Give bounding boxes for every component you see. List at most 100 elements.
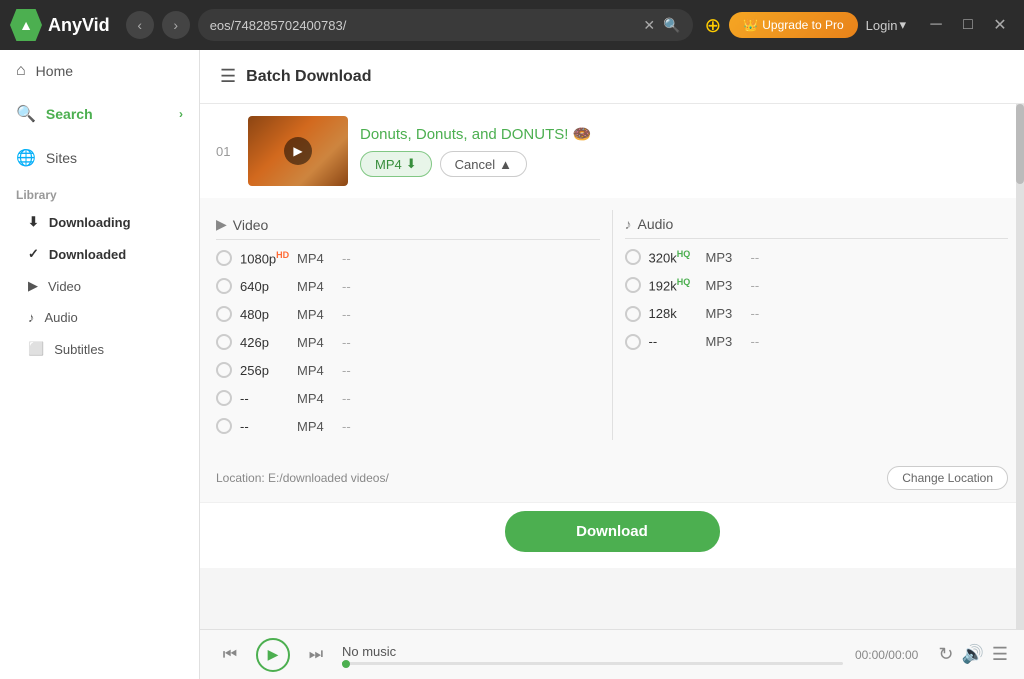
- radio-320k[interactable]: [625, 249, 641, 265]
- size-128k: --: [751, 306, 781, 321]
- repeat-icon[interactable]: ↻: [938, 644, 953, 665]
- res-v2: --: [232, 419, 297, 434]
- sidebar-item-audio[interactable]: ♪ Audio: [0, 302, 199, 333]
- video-title-text: Donuts, Donuts, and DONUTS!: [360, 126, 568, 143]
- url-bar: eos/748285702400783/ ✕ 🔍: [198, 9, 693, 41]
- cancel-label: Cancel: [455, 157, 495, 172]
- download-button[interactable]: Download: [505, 511, 720, 552]
- maximize-button[interactable]: □: [954, 11, 982, 39]
- res-128k: 128k: [641, 306, 706, 321]
- login-area[interactable]: Login ▾: [866, 17, 906, 33]
- url-search-icon[interactable]: 🔍: [663, 17, 680, 34]
- downloading-label: Downloading: [49, 215, 131, 230]
- res-v1: --: [232, 391, 297, 406]
- sidebar-item-video[interactable]: ▶ Video: [0, 270, 199, 302]
- type-256p: MP4: [297, 363, 342, 378]
- res-a1: --: [641, 334, 706, 349]
- type-v2: MP4: [297, 419, 342, 434]
- radio-1080p[interactable]: [216, 250, 232, 266]
- video-info: Donuts, Donuts, and DONUTS! 🍩 MP4 ⬇ Canc…: [360, 125, 1008, 177]
- radio-192k[interactable]: [625, 277, 641, 293]
- mp4-label: MP4: [375, 157, 402, 172]
- batch-title: Batch Download: [246, 68, 371, 86]
- video-item: 01 ▶ Donuts, Donuts, and DONUTS! 🍩 MP4: [200, 104, 1024, 568]
- audio-icon: ♪: [28, 310, 35, 325]
- radio-426p[interactable]: [216, 334, 232, 350]
- radio-128k[interactable]: [625, 306, 641, 322]
- content-area: ☰ Batch Download 01 ▶ Donuts, Donuts, an…: [200, 50, 1024, 679]
- video-col-icon: ▶: [216, 216, 227, 233]
- video-row-480p: 480p MP4 --: [216, 300, 600, 328]
- main-layout: ⌂ Home 🔍 Search › 🌐 Sites Library ⬇ Down…: [0, 50, 1024, 679]
- library-section-label: Library: [0, 180, 199, 206]
- sidebar-item-home[interactable]: ⌂ Home: [0, 50, 199, 92]
- radio-v2[interactable]: [216, 418, 232, 434]
- audio-column: ♪ Audio 320kHQ MP3 -- 192k: [625, 210, 1009, 440]
- downloading-icon: ⬇: [28, 214, 39, 230]
- track-info: No music: [342, 644, 843, 665]
- sidebar-item-sites[interactable]: 🌐 Sites: [0, 136, 199, 180]
- progress-bar[interactable]: [342, 662, 843, 665]
- size-v1: --: [342, 391, 372, 406]
- location-text: Location: E:/downloaded videos/: [216, 471, 389, 485]
- video-col-label: Video: [233, 217, 269, 233]
- forward-button[interactable]: ›: [162, 11, 190, 39]
- subtitles-icon: ⬜: [28, 341, 44, 357]
- type-128k: MP3: [706, 306, 751, 321]
- audio-row-128k: 128k MP3 --: [625, 300, 1009, 328]
- track-name: No music: [342, 644, 843, 659]
- type-1080p: MP4: [297, 251, 342, 266]
- location-bar: Location: E:/downloaded videos/ Change L…: [200, 456, 1024, 502]
- mp4-button[interactable]: MP4 ⬇: [360, 151, 432, 177]
- login-label: Login: [866, 18, 898, 33]
- play-button[interactable]: ▶: [256, 638, 290, 672]
- upgrade-button[interactable]: 👑 Upgrade to Pro: [729, 12, 857, 38]
- type-192k: MP3: [706, 278, 751, 293]
- video-col-header: ▶ Video: [216, 210, 600, 240]
- type-426p: MP4: [297, 335, 342, 350]
- size-v2: --: [342, 419, 372, 434]
- url-close-icon[interactable]: ✕: [643, 17, 655, 34]
- minimize-button[interactable]: ─: [922, 11, 950, 39]
- radio-v1[interactable]: [216, 390, 232, 406]
- res-640p: 640p: [232, 279, 297, 294]
- change-location-button[interactable]: Change Location: [887, 466, 1008, 490]
- sidebar-item-downloading[interactable]: ⬇ Downloading: [0, 206, 199, 238]
- close-button[interactable]: ✕: [986, 11, 1014, 39]
- logo-icon: ▲: [10, 9, 42, 41]
- playlist-icon[interactable]: ☰: [992, 644, 1008, 665]
- video-row-v2: -- MP4 --: [216, 412, 600, 440]
- progress-dot: [342, 660, 350, 668]
- thumbnail[interactable]: ▶: [248, 116, 348, 186]
- window-controls: ─ □ ✕: [922, 11, 1014, 39]
- cancel-button[interactable]: Cancel ▲: [440, 151, 527, 177]
- res-320k: 320kHQ: [641, 249, 706, 265]
- home-label: Home: [36, 63, 73, 79]
- radio-a1[interactable]: [625, 334, 641, 350]
- radio-480p[interactable]: [216, 306, 232, 322]
- size-320k: --: [751, 250, 781, 265]
- volume-icon[interactable]: 🔊: [961, 644, 983, 665]
- size-480p: --: [342, 307, 372, 322]
- sidebar-item-downloaded[interactable]: ✓ Downloaded: [0, 238, 199, 270]
- sidebar-item-search[interactable]: 🔍 Search ›: [0, 92, 199, 136]
- video-header: 01 ▶ Donuts, Donuts, and DONUTS! 🍩 MP4: [200, 104, 1024, 198]
- video-icon: ▶: [28, 278, 38, 294]
- add-tab-button[interactable]: ⊕: [705, 13, 722, 38]
- radio-256p[interactable]: [216, 362, 232, 378]
- next-button[interactable]: ⏭: [302, 641, 330, 669]
- type-a1: MP3: [706, 334, 751, 349]
- audio-row-a1: -- MP3 --: [625, 328, 1009, 356]
- res-426p: 426p: [232, 335, 297, 350]
- type-480p: MP4: [297, 307, 342, 322]
- scroll-area[interactable]: 01 ▶ Donuts, Donuts, and DONUTS! 🍩 MP4: [200, 104, 1024, 629]
- back-button[interactable]: ‹: [126, 11, 154, 39]
- audio-row-320k: 320kHQ MP3 --: [625, 243, 1009, 271]
- scrollbar-track[interactable]: [1016, 104, 1024, 629]
- scrollbar-thumb[interactable]: [1016, 104, 1024, 184]
- video-title: Donuts, Donuts, and DONUTS! 🍩: [360, 125, 1008, 143]
- sidebar-item-subtitles[interactable]: ⬜ Subtitles: [0, 333, 199, 365]
- video-column: ▶ Video 1080pHD MP4 -- 640: [216, 210, 600, 440]
- radio-640p[interactable]: [216, 278, 232, 294]
- prev-button[interactable]: ⏮: [216, 641, 244, 669]
